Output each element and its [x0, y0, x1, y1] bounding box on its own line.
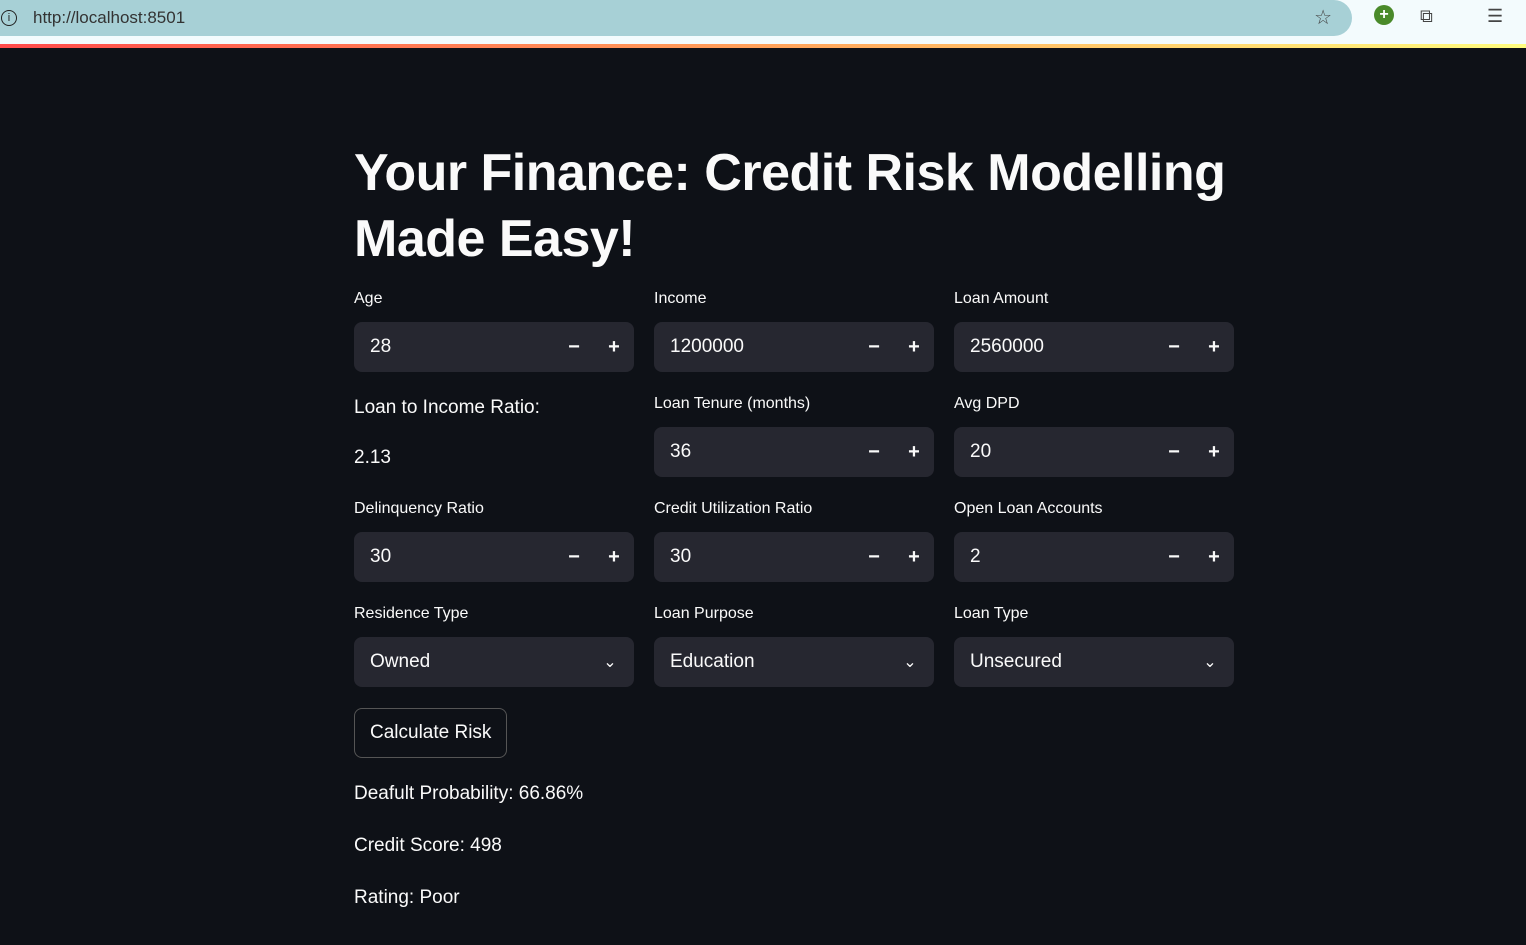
app-main: Your Finance: Credit Risk Modelling Made… [354, 140, 1234, 908]
info-icon[interactable]: i [1, 10, 17, 26]
open-loans-input[interactable]: 2− + [954, 532, 1234, 582]
residence-label: Residence Type [354, 605, 469, 622]
lti-value: 2.13 [354, 447, 391, 468]
loan-amount-field: Loan Amount 2560000− + [954, 290, 1234, 372]
open-loans-field: Open Loan Accounts 2− + [954, 500, 1234, 582]
purpose-select[interactable]: Education ⌄ [654, 637, 934, 687]
increment-button[interactable]: + [1194, 336, 1234, 359]
increment-button[interactable]: + [894, 441, 934, 464]
residence-value[interactable]: Owned [370, 651, 586, 673]
credit-score: Credit Score: 498 [354, 835, 502, 856]
decrement-button[interactable]: − [854, 441, 894, 464]
decrement-button[interactable]: − [1154, 336, 1194, 359]
income-value[interactable]: 1200000 [670, 336, 854, 358]
age-input[interactable]: 28− + [354, 322, 634, 372]
tenure-field: Loan Tenure (months) 36− + [654, 395, 934, 477]
delinquency-field: Delinquency Ratio 30− + [354, 500, 634, 582]
increment-button[interactable]: + [594, 546, 634, 569]
loan-amount-input[interactable]: 2560000− + [954, 322, 1234, 372]
tenure-input[interactable]: 36− + [654, 427, 934, 477]
credit-util-value[interactable]: 30 [670, 546, 854, 568]
residence-select[interactable]: Owned ⌄ [354, 637, 634, 687]
lti-label: Loan to Income Ratio: [354, 397, 540, 418]
decoration-bar [0, 44, 1526, 48]
loan-type-value[interactable]: Unsecured [970, 651, 1186, 673]
tenure-label: Loan Tenure (months) [654, 395, 811, 412]
income-input[interactable]: 1200000− + [654, 322, 934, 372]
income-field: Income 1200000− + [654, 290, 934, 372]
page-title: Your Finance: Credit Risk Modelling Made… [354, 144, 1226, 268]
increment-button[interactable]: + [894, 546, 934, 569]
loan-type-label: Loan Type [954, 605, 1029, 622]
decrement-button[interactable]: − [854, 336, 894, 359]
purpose-field: Loan Purpose Education ⌄ [654, 605, 934, 687]
dpd-value[interactable]: 20 [970, 441, 1154, 463]
dpd-label: Avg DPD [954, 395, 1020, 412]
loan-type-select[interactable]: Unsecured ⌄ [954, 637, 1234, 687]
default-probability: Deafult Probability: 66.86% [354, 783, 584, 804]
open-loans-label: Open Loan Accounts [954, 500, 1103, 517]
decrement-button[interactable]: − [1154, 546, 1194, 569]
decrement-button[interactable]: − [854, 546, 894, 569]
increment-button[interactable]: + [894, 336, 934, 359]
credit-util-input[interactable]: 30− + [654, 532, 934, 582]
delinquency-input[interactable]: 30− + [354, 532, 634, 582]
age-label: Age [354, 290, 383, 307]
bookmark-star-icon[interactable]: ☆ [1314, 5, 1332, 30]
loan-amount-label: Loan Amount [954, 290, 1049, 307]
tenure-value[interactable]: 36 [670, 441, 854, 463]
residence-field: Residence Type Owned ⌄ [354, 605, 634, 687]
rating: Rating: Poor [354, 887, 460, 908]
age-value[interactable]: 28 [370, 336, 554, 358]
loan-type-field: Loan Type Unsecured ⌄ [954, 605, 1234, 687]
income-label: Income [654, 290, 707, 307]
open-loans-value[interactable]: 2 [970, 546, 1154, 568]
calculate-risk-button[interactable]: Calculate Risk [354, 708, 508, 758]
decrement-button[interactable]: − [554, 336, 594, 359]
decrement-button[interactable]: − [1154, 441, 1194, 464]
purpose-value[interactable]: Education [670, 651, 886, 673]
lti-display: Loan to Income Ratio: 2.13 [354, 397, 634, 469]
credit-util-label: Credit Utilization Ratio [654, 500, 813, 517]
delinquency-label: Delinquency Ratio [354, 500, 484, 517]
extension-plus-icon[interactable]: + [1374, 5, 1394, 25]
credit-util-field: Credit Utilization Ratio 30− + [654, 500, 934, 582]
extensions-puzzle-icon[interactable]: ⧉ [1420, 6, 1433, 27]
chevron-down-icon[interactable]: ⌄ [586, 652, 634, 672]
delinquency-value[interactable]: 30 [370, 546, 554, 568]
increment-button[interactable]: + [594, 336, 634, 359]
increment-button[interactable]: + [1194, 546, 1234, 569]
purpose-label: Loan Purpose [654, 605, 754, 622]
address-bar[interactable]: i http://localhost:8501 ☆ [0, 0, 1352, 36]
decrement-button[interactable]: − [554, 546, 594, 569]
media-queue-icon[interactable]: ☰ [1487, 6, 1503, 27]
age-field: Age 28− + [354, 290, 634, 372]
chevron-down-icon[interactable]: ⌄ [886, 652, 934, 672]
browser-bar: i http://localhost:8501 ☆ + ⧉ ☰ [0, 0, 1526, 44]
increment-button[interactable]: + [1194, 441, 1234, 464]
url-text[interactable]: http://localhost:8501 [33, 8, 185, 28]
dpd-field: Avg DPD 20− + [954, 395, 1234, 477]
chevron-down-icon[interactable]: ⌄ [1186, 652, 1234, 672]
loan-amount-value[interactable]: 2560000 [970, 336, 1154, 358]
dpd-input[interactable]: 20− + [954, 427, 1234, 477]
